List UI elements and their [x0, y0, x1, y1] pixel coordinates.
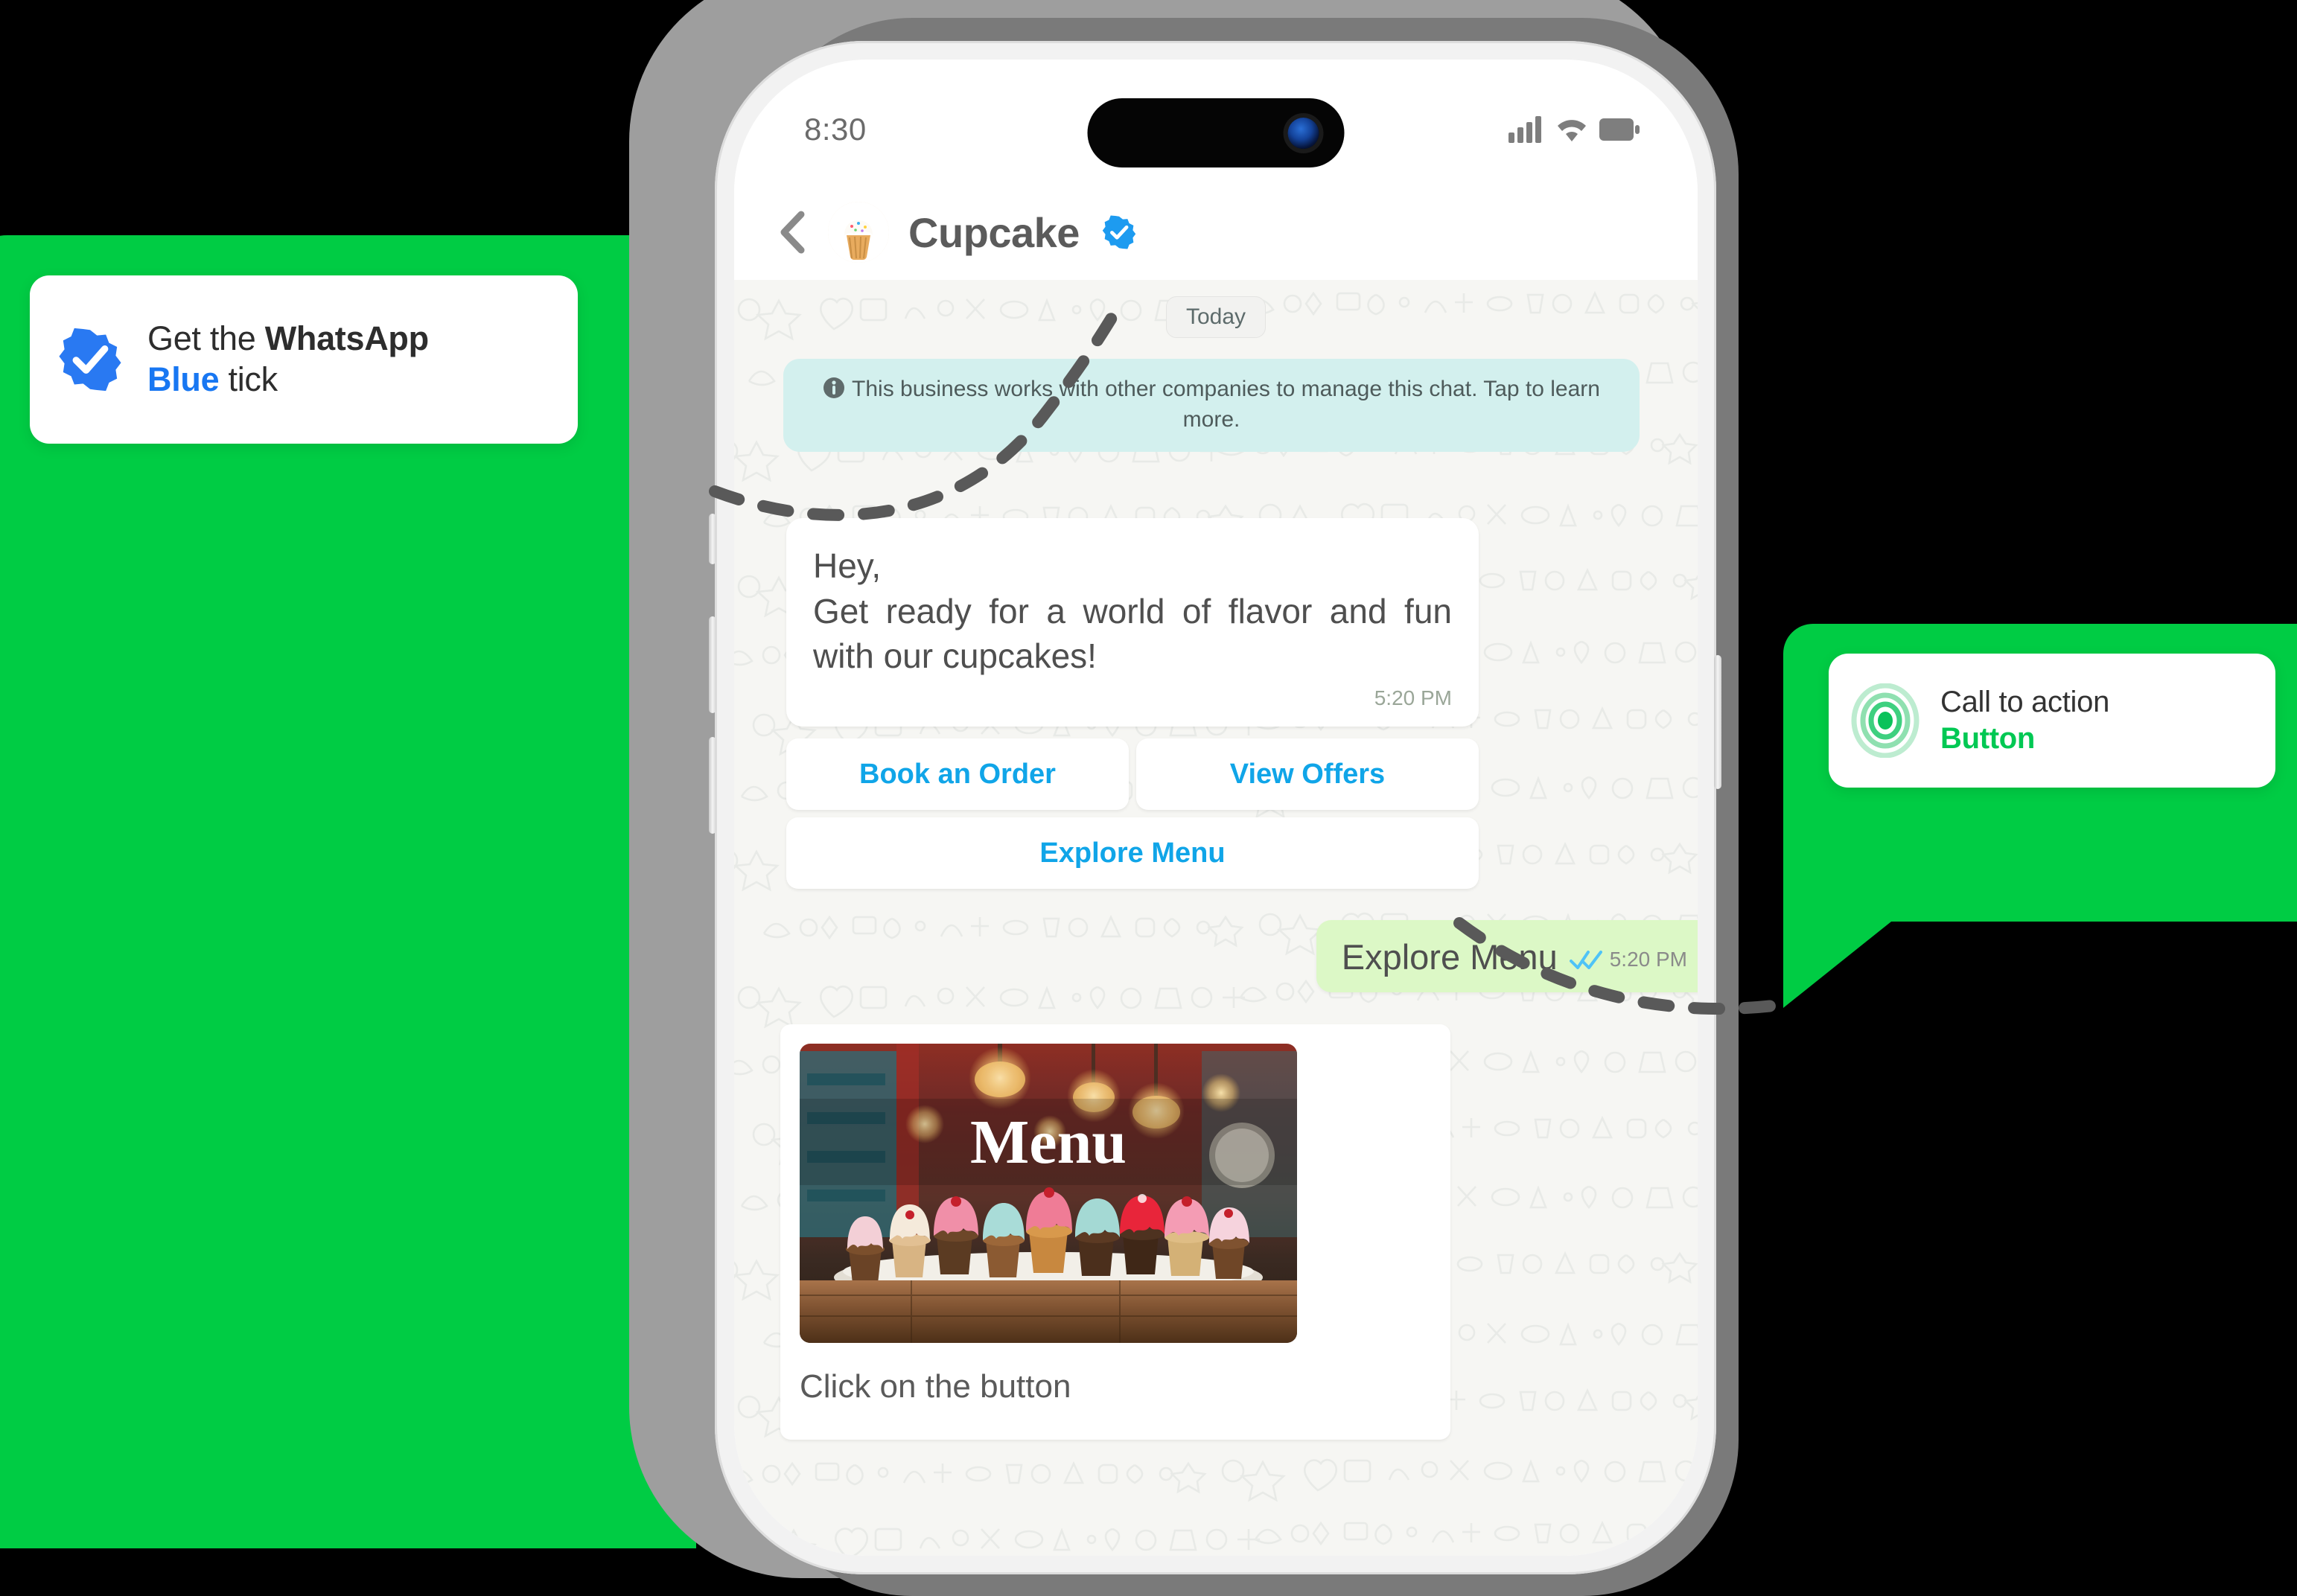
callout-left-line1-plain: Get the	[147, 319, 265, 358]
outgoing-message-bubble: Explore Menu 5:20 PM	[1316, 920, 1698, 992]
status-clock: 8:30	[804, 112, 867, 147]
chat-body: Today This business works with other com…	[734, 280, 1698, 1556]
business-info-text: This business works with other companies…	[852, 377, 1600, 432]
target-rings-icon	[1851, 683, 1920, 758]
quick-reply-row: Book an Order View Offers	[786, 738, 1479, 810]
outgoing-message-time: 5:20 PM	[1609, 948, 1687, 971]
whatsapp-blue-tick-callout: Get the WhatsApp Blue tick	[30, 275, 578, 444]
day-separator-chip: Today	[1165, 296, 1267, 338]
info-icon	[823, 377, 845, 398]
callout-left-line1-bold: WhatsApp	[264, 319, 429, 358]
incoming-message-bubble: Hey, Get ready for a world of flavor and…	[786, 518, 1479, 727]
verified-badge-icon	[59, 328, 121, 392]
volume-down-button[interactable]	[709, 737, 716, 834]
view-offers-button[interactable]: View Offers	[1136, 738, 1479, 810]
volume-up-button[interactable]	[709, 616, 716, 713]
call-to-action-button-callout: Call to action Button	[1829, 654, 2275, 788]
power-button[interactable]	[1714, 655, 1721, 789]
media-card-caption: Click on the button	[800, 1368, 1071, 1405]
verified-badge-icon	[1102, 215, 1136, 249]
menu-image-title: Menu	[970, 1108, 1127, 1177]
explore-menu-button[interactable]: Explore Menu	[786, 817, 1479, 889]
incoming-message-text: Hey, Get ready for a world of flavor and…	[813, 546, 1452, 676]
call-to-action-text: Call to action Button	[1940, 684, 2109, 757]
whatsapp-blue-tick-text: Get the WhatsApp Blue tick	[147, 319, 429, 400]
cupcake-shop-photo: Menu	[800, 1044, 1297, 1343]
status-icon-group	[1508, 116, 1640, 143]
menu-media-card[interactable]: Menu Click on the button	[780, 1024, 1450, 1440]
right-green-bubble-tail	[1783, 919, 1895, 1008]
cellular-signal-icon	[1508, 116, 1541, 143]
menu-image: Menu	[800, 1044, 1297, 1343]
cupcake-avatar-icon	[828, 202, 889, 263]
page-title: Cupcake	[908, 208, 1080, 256]
double-check-icon	[1569, 951, 1602, 969]
poster-stage: 8:30 Cupcake Today This business works w…	[0, 0, 2297, 1596]
callout-right-line2: Button	[1940, 722, 2036, 755]
callout-left-line2-accent: Blue	[147, 360, 220, 398]
avatar[interactable]	[828, 202, 889, 263]
book-an-order-button[interactable]: Book an Order	[786, 738, 1129, 810]
phone-screen: 8:30 Cupcake Today This business works w…	[734, 60, 1698, 1556]
mute-switch[interactable]	[709, 514, 716, 564]
outgoing-message-text: Explore Menu	[1341, 937, 1558, 977]
callout-left-line2-plain: tick	[219, 360, 278, 398]
incoming-message-time: 5:20 PM	[1374, 686, 1452, 710]
dynamic-island	[1087, 98, 1345, 167]
wifi-icon	[1558, 120, 1586, 141]
business-info-banner[interactable]: This business works with other companies…	[783, 359, 1640, 452]
chat-header: Cupcake	[734, 185, 1698, 280]
callout-right-line1: Call to action	[1940, 686, 2110, 719]
outgoing-message-meta: 5:20 PM	[1569, 948, 1687, 977]
back-chevron-icon[interactable]	[779, 211, 809, 254]
battery-icon	[1599, 118, 1640, 141]
front-camera-icon	[1287, 117, 1319, 149]
